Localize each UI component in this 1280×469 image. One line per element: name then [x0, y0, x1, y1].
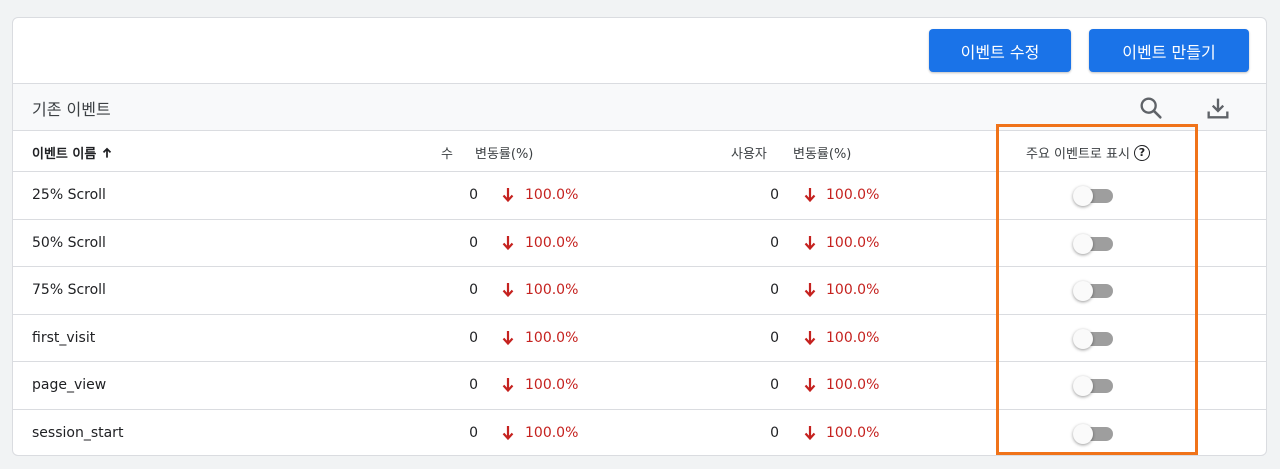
- key-event-toggle[interactable]: [1073, 423, 1113, 444]
- users-change: 100.0%: [826, 329, 880, 346]
- count-change: 100.0%: [525, 234, 579, 251]
- event-name: 75% Scroll: [32, 282, 106, 298]
- table-header: 이벤트 이름 수 변동률(%) 사용자 변동률(%) 주요 이벤트로 표시 ?: [13, 131, 1266, 172]
- event-count: 0: [469, 329, 478, 346]
- table-row: session_start 0 100.0% 0 100.0%: [13, 410, 1266, 456]
- key-event-toggle[interactable]: [1073, 281, 1113, 301]
- table-row: page_view 0 100.0% 0 100.0%: [13, 362, 1266, 410]
- event-count: 0: [469, 187, 478, 203]
- column-header-users-change[interactable]: 변동률(%): [793, 143, 851, 162]
- count-change: 100.0%: [525, 282, 579, 298]
- event-count: 0: [469, 377, 478, 393]
- user-count: 0: [770, 234, 779, 251]
- arrow-down-icon: [501, 376, 515, 394]
- table-row: first_visit 0 100.0% 0 100.0%: [13, 315, 1266, 362]
- existing-events-header: 기존 이벤트: [13, 84, 1266, 131]
- arrow-down-icon: [501, 329, 515, 347]
- event-count: 0: [469, 424, 478, 441]
- users-change: 100.0%: [826, 377, 880, 393]
- arrow-up-icon: [103, 147, 112, 158]
- events-card: 이벤트 수정 이벤트 만들기 기존 이벤트 이벤트 이름 수 변동률(%) 사용…: [12, 17, 1267, 456]
- help-icon[interactable]: ?: [1133, 144, 1150, 161]
- count-change: 100.0%: [525, 187, 579, 203]
- user-count: 0: [770, 329, 779, 346]
- column-header-count[interactable]: 수: [441, 143, 453, 162]
- column-header-users[interactable]: 사용자: [731, 143, 767, 162]
- arrow-down-icon: [501, 234, 515, 252]
- user-count: 0: [770, 424, 779, 441]
- create-event-button[interactable]: 이벤트 만들기: [1089, 29, 1249, 72]
- key-event-toggle[interactable]: [1073, 233, 1113, 254]
- count-change: 100.0%: [525, 377, 579, 393]
- event-name: session_start: [32, 424, 124, 441]
- count-change: 100.0%: [525, 424, 579, 441]
- users-change: 100.0%: [826, 424, 880, 441]
- table-row: 50% Scroll 0 100.0% 0 100.0%: [13, 220, 1266, 267]
- event-name: first_visit: [32, 329, 96, 346]
- events-toolbar: 이벤트 수정 이벤트 만들기: [13, 18, 1266, 84]
- arrow-down-icon: [501, 424, 515, 442]
- key-event-toggle[interactable]: [1073, 186, 1113, 206]
- search-icon[interactable]: [1137, 94, 1165, 122]
- event-count: 0: [469, 282, 478, 298]
- event-name: 50% Scroll: [32, 234, 106, 251]
- event-count: 0: [469, 234, 478, 251]
- arrow-down-icon: [803, 376, 817, 394]
- arrow-down-icon: [501, 281, 515, 299]
- user-count: 0: [770, 377, 779, 393]
- arrow-down-icon: [803, 234, 817, 252]
- count-change: 100.0%: [525, 329, 579, 346]
- edit-events-button[interactable]: 이벤트 수정: [929, 29, 1071, 72]
- users-change: 100.0%: [826, 234, 880, 251]
- arrow-down-icon: [803, 424, 817, 442]
- key-event-toggle[interactable]: [1073, 328, 1113, 349]
- download-icon[interactable]: [1204, 94, 1232, 122]
- key-event-toggle[interactable]: [1073, 376, 1113, 396]
- arrow-down-icon: [803, 281, 817, 299]
- arrow-down-icon: [501, 186, 515, 204]
- users-change: 100.0%: [826, 187, 880, 203]
- users-change: 100.0%: [826, 282, 880, 298]
- table-row: 75% Scroll 0 100.0% 0 100.0%: [13, 267, 1266, 315]
- arrow-down-icon: [803, 329, 817, 347]
- column-header-count-change[interactable]: 변동률(%): [475, 143, 533, 162]
- events-table-body: 25% Scroll 0 100.0% 0 100.0% 50% Scroll …: [13, 172, 1266, 456]
- column-header-key-event: 주요 이벤트로 표시 ?: [1026, 143, 1150, 162]
- column-header-event-name[interactable]: 이벤트 이름: [32, 143, 114, 162]
- arrow-down-icon: [803, 186, 817, 204]
- user-count: 0: [770, 187, 779, 203]
- user-count: 0: [770, 282, 779, 298]
- event-name: page_view: [32, 377, 107, 393]
- event-name: 25% Scroll: [32, 187, 106, 203]
- table-row: 25% Scroll 0 100.0% 0 100.0%: [13, 172, 1266, 220]
- section-title: 기존 이벤트: [32, 100, 111, 119]
